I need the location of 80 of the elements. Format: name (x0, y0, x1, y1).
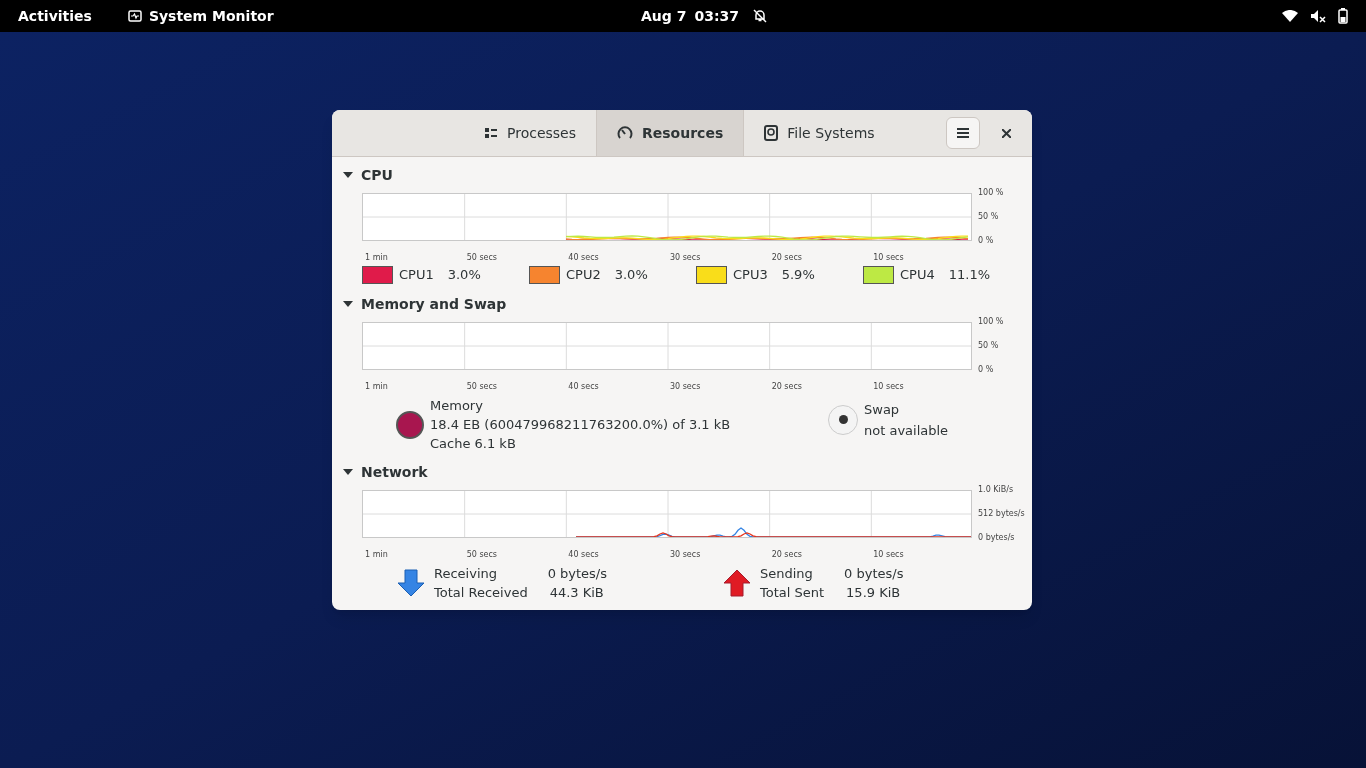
section-header[interactable]: Memory and Swap (343, 290, 1030, 318)
axis-label: 1.0 KiB/s (978, 486, 1015, 494)
axis-label: 50 % (978, 342, 1000, 350)
menu-button[interactable] (946, 117, 980, 149)
axis-label: 10 secs (873, 550, 904, 559)
color-swatch[interactable] (863, 266, 894, 284)
cpu-label: CPU4 (900, 266, 935, 285)
expander-arrow-icon (343, 170, 353, 180)
date-text: Aug 7 (641, 6, 687, 26)
rate-label: Sending (760, 565, 814, 583)
bell-muted-icon (753, 9, 768, 23)
cpu-value: 3.0% (447, 266, 481, 285)
battery-icon[interactable] (1338, 8, 1348, 24)
total-value: 44.3 KiB (548, 584, 605, 602)
rate-label: Receiving (434, 565, 498, 583)
app-menu-button[interactable]: System Monitor (127, 5, 274, 27)
cpu-value: 11.1% (948, 266, 990, 285)
total-value: 15.9 KiB (845, 584, 902, 602)
axis-label: 50 % (978, 213, 1000, 221)
axis-label: 20 secs (771, 382, 802, 391)
axis-label: 50 secs (466, 382, 498, 391)
total-label: Total Sent (760, 584, 825, 602)
expander-arrow-icon (343, 467, 353, 477)
rate-value: 0 bytes/s (547, 565, 607, 583)
close-icon (1001, 128, 1011, 138)
gauge-icon (617, 125, 633, 141)
axis-label: 100 % (978, 189, 1004, 197)
axis-label: 0 bytes/s (978, 534, 1016, 542)
axis-label: 10 secs (873, 253, 904, 262)
axis-label: 40 secs (568, 253, 599, 262)
axis-label: 0 % (978, 237, 995, 245)
axis-label: 100 % (978, 318, 1004, 326)
wifi-icon[interactable] (1282, 10, 1298, 22)
axis-label: 20 secs (771, 550, 802, 559)
axis-label: 20 secs (771, 253, 802, 262)
list-icon (484, 126, 498, 140)
color-swatch[interactable] (696, 266, 727, 284)
total-label: Total Received (434, 584, 528, 602)
view-tab[interactable]: Processes (464, 110, 596, 156)
axis-label: 10 secs (873, 382, 904, 391)
cpu-value: 5.9% (781, 266, 815, 285)
axis-label: 1 min (365, 253, 388, 262)
monitor-icon (127, 10, 142, 22)
axis-label: 30 secs (669, 253, 701, 262)
cpu-value: 3.0% (614, 266, 648, 285)
axis-label: 1 min (365, 550, 388, 559)
expander-arrow-icon (343, 299, 353, 309)
up-arrow-icon (722, 568, 752, 598)
clock-button[interactable]: Aug 7 03:37 (641, 5, 768, 27)
volume-muted-icon[interactable] (1310, 9, 1326, 23)
axis-label: 30 secs (669, 382, 701, 391)
axis-label: 50 secs (466, 550, 498, 559)
swap-indicator-icon (828, 404, 858, 435)
section-header[interactable]: CPU (343, 161, 1030, 189)
view-tab[interactable]: Resources (596, 110, 745, 156)
section-header[interactable]: Network (343, 458, 1030, 486)
memory-color-swatch[interactable] (396, 410, 424, 439)
menu-icon (957, 128, 969, 138)
memory-usage: 18.4 EB (600479968211763200.0%) of 3.1 kB (430, 416, 731, 434)
view-tab[interactable]: File Systems (744, 110, 895, 156)
axis-label: 40 secs (568, 550, 599, 559)
axis-label: 30 secs (669, 550, 701, 559)
time-text: 03:37 (694, 6, 740, 26)
swap-status: not available (864, 421, 949, 440)
rate-value: 0 bytes/s (844, 565, 904, 583)
axis-label: 1 min (365, 382, 388, 391)
memory-label: Memory (430, 397, 484, 415)
memory-cache: Cache 6.1 kB (430, 435, 517, 453)
down-arrow-icon (396, 568, 426, 598)
cpu-label: CPU2 (566, 266, 601, 285)
activities-button[interactable]: Activities (18, 5, 92, 27)
axis-label: 512 bytes/s (978, 510, 1025, 518)
color-swatch[interactable] (362, 266, 393, 284)
cpu-label: CPU1 (399, 266, 434, 285)
axis-label: 50 secs (466, 253, 498, 262)
color-swatch[interactable] (529, 266, 560, 284)
cpu-label: CPU3 (733, 266, 768, 285)
swap-label: Swap (864, 400, 901, 419)
axis-label: 0 % (978, 366, 995, 374)
axis-label: 40 secs (568, 382, 599, 391)
